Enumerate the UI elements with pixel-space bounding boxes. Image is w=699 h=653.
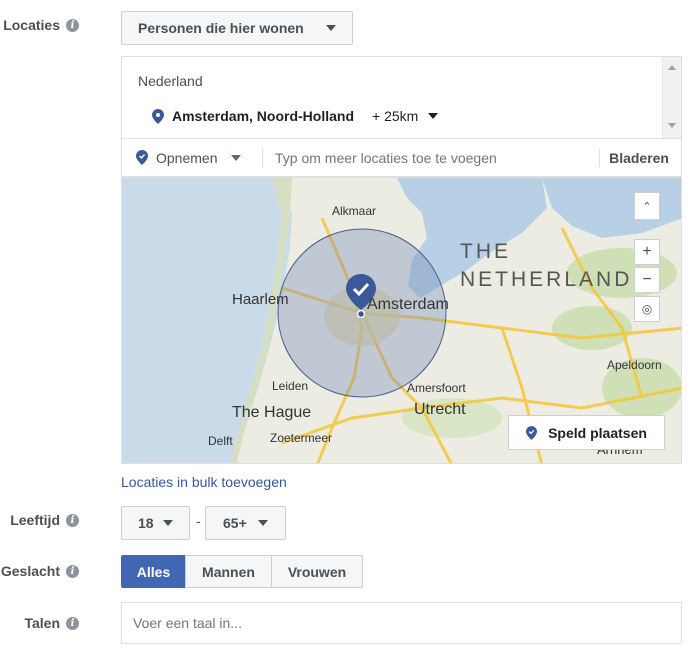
map-pin-marker[interactable] <box>346 274 376 318</box>
gender-option-all[interactable]: Alles <box>121 555 186 588</box>
location-search-row: Opnemen Bladeren <box>121 138 682 177</box>
location-pin-icon <box>136 150 148 165</box>
bulk-locations-link[interactable]: Locaties in bulk toevoegen <box>121 474 287 490</box>
caret-down-icon <box>428 113 439 119</box>
radius-dropdown[interactable]: + 25km <box>372 108 439 124</box>
talen-label: Talen i <box>24 615 79 631</box>
map-city-label: Zoetermeer <box>270 431 333 445</box>
map-city-label: Amsterdam <box>367 296 449 313</box>
browse-button[interactable]: Bladeren <box>600 150 681 166</box>
map-city-label: Alkmaar <box>332 204 377 218</box>
zoom-in-icon[interactable]: + <box>634 239 660 265</box>
audience-type-dropdown[interactable]: Personen die hier wonen <box>121 11 353 45</box>
caret-down-icon <box>231 154 242 161</box>
gender-option-women[interactable]: Vrouwen <box>271 555 363 588</box>
map-city-label: Haarlem <box>232 291 289 308</box>
scroll-up-icon[interactable] <box>668 65 676 70</box>
info-icon[interactable]: i <box>66 513 79 527</box>
recenter-icon[interactable]: ◎ <box>634 296 660 322</box>
map-city-label: Leiden <box>272 379 309 393</box>
selected-location-item[interactable]: Amsterdam, Noord-Holland + 25km <box>152 108 439 124</box>
gender-option-men[interactable]: Mannen <box>185 555 272 588</box>
map-collapse-icon[interactable]: ⌃ <box>634 192 660 220</box>
age-separator: - <box>196 513 201 529</box>
map-city-label: Amersfoort <box>407 381 466 395</box>
info-icon[interactable]: i <box>66 564 79 578</box>
scroll-down-icon[interactable] <box>668 123 676 128</box>
location-map[interactable]: THE NETHERLAND Alkmaar Haarlem Amsterdam… <box>121 177 682 464</box>
geslacht-label: Geslacht i <box>1 563 79 579</box>
map-city-label: Utrecht <box>414 401 466 418</box>
selected-locations-box: Nederland Amsterdam, Noord-Holland + 25k… <box>121 56 682 139</box>
info-icon[interactable]: i <box>66 616 79 630</box>
locaties-label: Locaties i <box>3 17 79 33</box>
age-min-dropdown[interactable]: 18 <box>121 506 190 540</box>
caret-down-icon <box>326 25 336 31</box>
info-icon[interactable]: i <box>66 18 79 32</box>
drop-pin-button[interactable]: Speld plaatsen <box>508 415 665 450</box>
leeftijd-label: Leeftijd i <box>10 512 79 528</box>
zoom-out-icon[interactable]: − <box>634 267 660 293</box>
country-label: Nederland <box>138 73 203 89</box>
age-max-dropdown[interactable]: 65+ <box>205 506 286 540</box>
caret-down-icon <box>258 520 268 526</box>
map-title: THE NETHERLAND <box>460 240 633 291</box>
location-pin-icon <box>152 108 164 124</box>
map-city-label: The Hague <box>232 404 312 421</box>
caret-down-icon <box>163 520 173 526</box>
include-dropdown[interactable]: Opnemen <box>122 150 262 166</box>
location-search-input[interactable] <box>263 141 600 174</box>
map-city-label: Delft <box>208 434 233 448</box>
map-city-label: Apeldoorn <box>607 358 662 372</box>
selected-location-name: Amsterdam, Noord-Holland <box>172 108 355 124</box>
language-input[interactable] <box>121 602 682 644</box>
location-pin-icon <box>526 425 538 440</box>
scrollbar[interactable] <box>662 57 681 139</box>
